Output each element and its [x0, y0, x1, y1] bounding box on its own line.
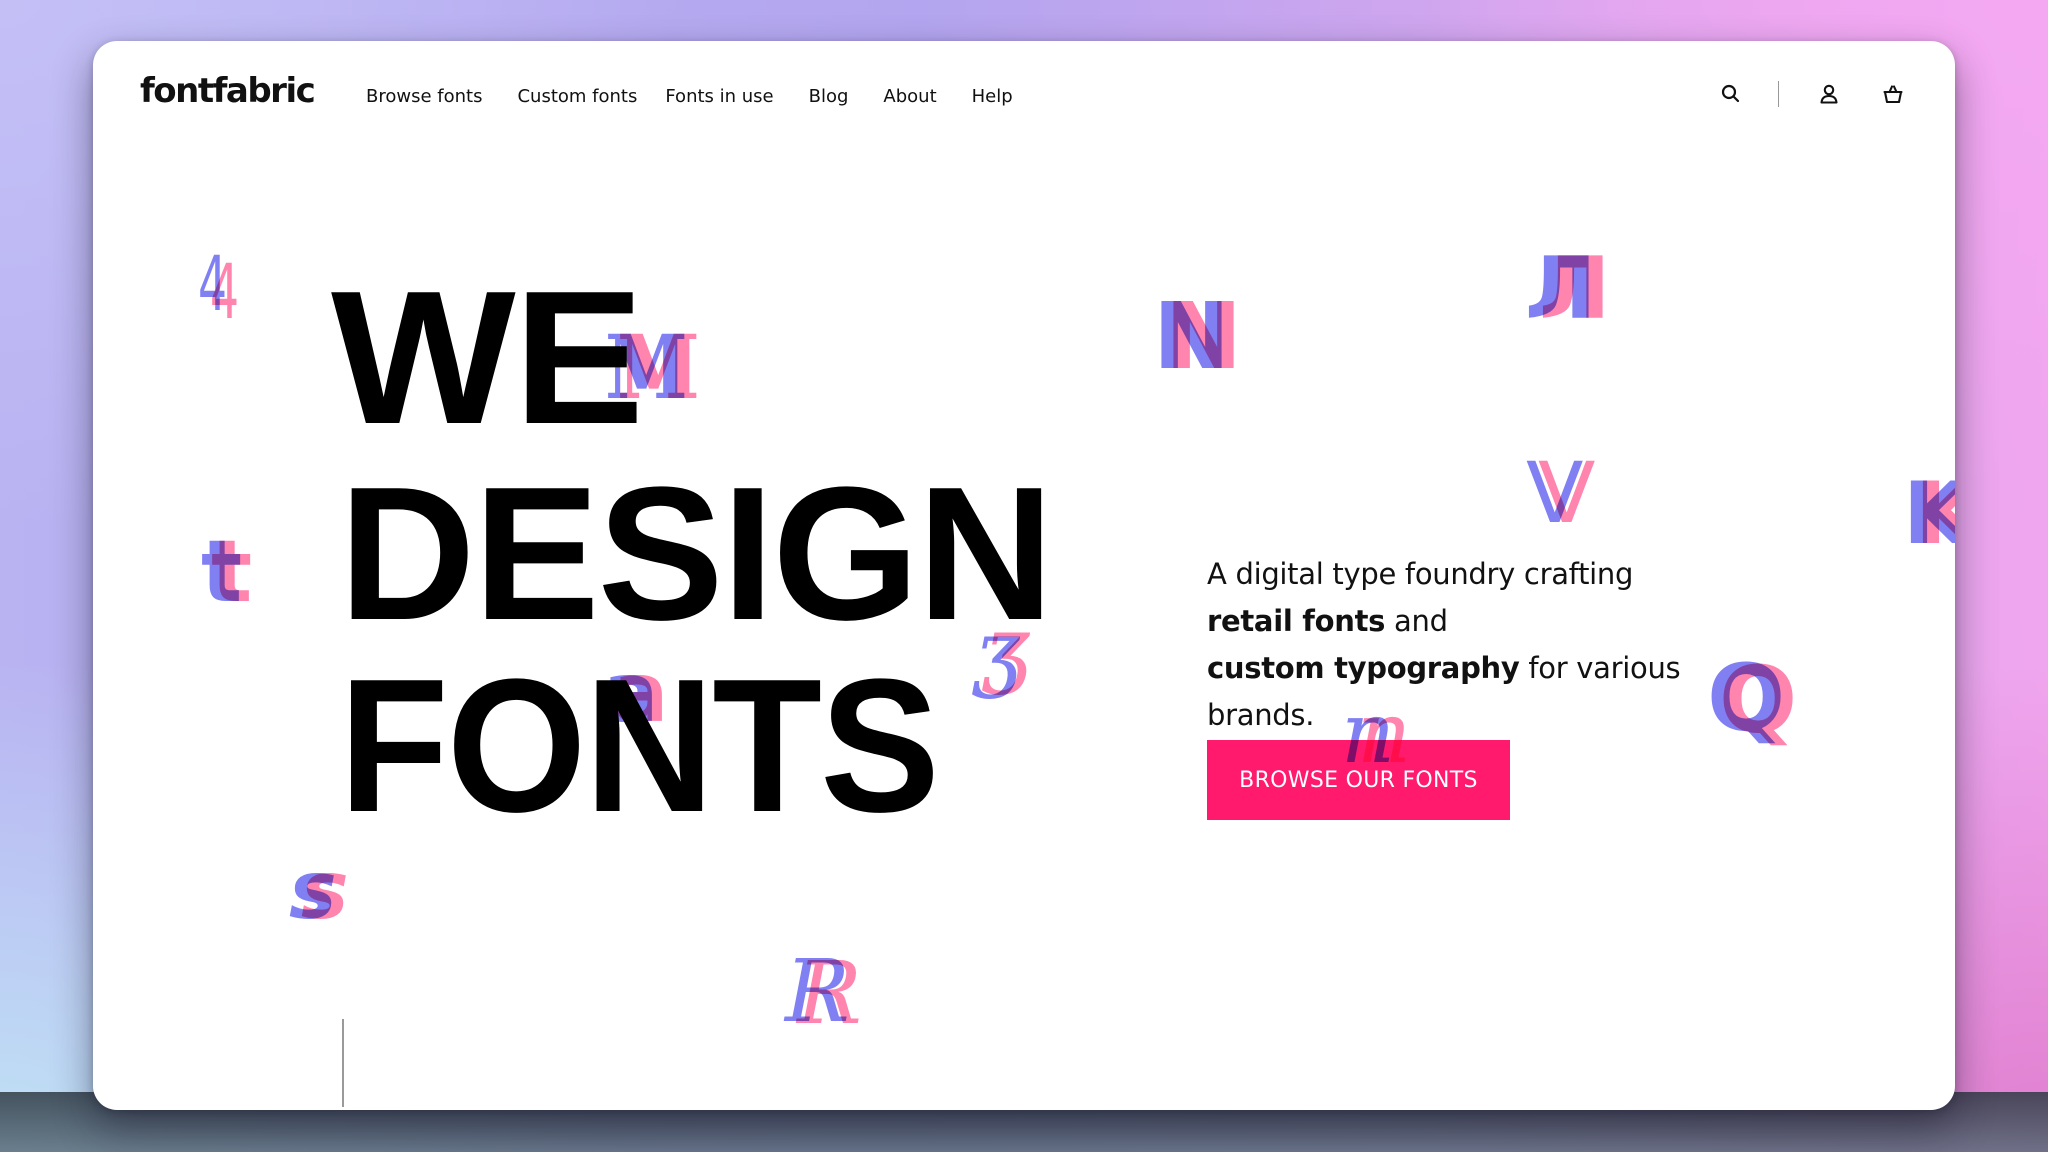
header-actions	[1719, 81, 1905, 107]
nav-browse-fonts[interactable]: Browse fonts	[366, 86, 482, 107]
user-icon[interactable]	[1817, 82, 1841, 106]
header-divider	[1778, 81, 1779, 107]
browse-our-fonts-button[interactable]: BROWSE OUR FONTS	[1207, 740, 1510, 820]
nav-custom-fonts[interactable]: Custom fonts	[517, 86, 637, 107]
hero-tagline: A digital type foundry crafting retail f…	[1207, 551, 1707, 739]
scroll-indicator-line	[342, 1019, 344, 1107]
browser-page: fontfabric Browse fonts Custom fonts Fon…	[93, 41, 1955, 1110]
hero-heading-line-3: FONTS	[339, 640, 940, 852]
hero-heading-line-1: WE	[331, 252, 644, 464]
nav-about[interactable]: About	[883, 86, 936, 107]
nav-help[interactable]: Help	[972, 86, 1013, 107]
main-nav: Browse fonts Custom fonts Fonts in use B…	[366, 86, 1048, 107]
nav-fonts-in-use[interactable]: Fonts in use	[665, 86, 773, 107]
search-icon[interactable]	[1719, 82, 1743, 106]
basket-icon[interactable]	[1881, 82, 1905, 106]
tagline-text-2: and	[1385, 604, 1448, 638]
tagline-bold-1: retail fonts	[1207, 604, 1386, 638]
hero-heading-line-2: DESIGN	[339, 448, 1054, 660]
tagline-text-1: A digital type foundry crafting	[1207, 557, 1634, 591]
fontfabric-logo[interactable]: fontfabric	[140, 71, 316, 111]
tagline-bold-2: custom typography	[1207, 651, 1520, 685]
nav-blog[interactable]: Blog	[809, 86, 849, 107]
